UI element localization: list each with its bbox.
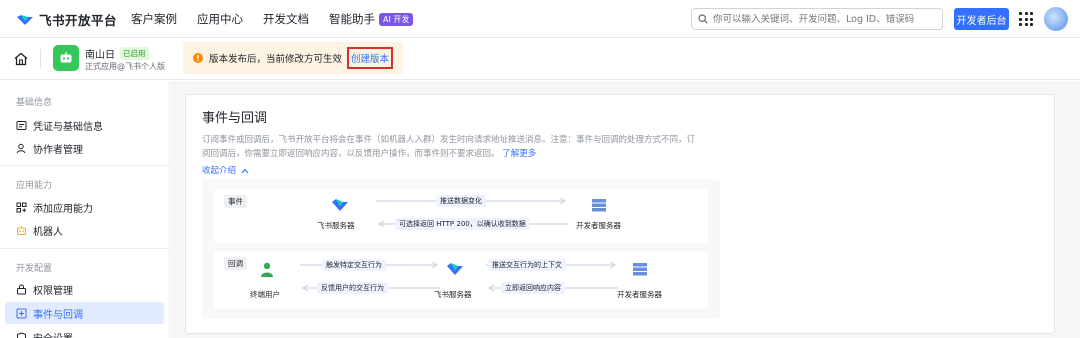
sidebar-item-permissions[interactable]: 权限管理 <box>5 278 164 300</box>
sidebar-divider <box>0 248 170 249</box>
nav-link-ai-assistant[interactable]: 智能助手 AI 开发 <box>329 11 414 27</box>
end-user-label: 终端用户 <box>250 290 280 299</box>
sidebar-divider <box>0 165 170 166</box>
search-input[interactable] <box>713 13 933 25</box>
events-diagram: 事件 飞书服务器 推送数据变化 可选择返回 HTTP 200，以确认收到数据 开… <box>202 179 720 319</box>
add-capability-icon <box>16 202 27 213</box>
sidebar-item-bot[interactable]: 机器人 <box>5 219 164 241</box>
dev-server-icon <box>633 263 647 276</box>
feishu-server-label: 飞书服务器 <box>317 221 355 230</box>
feishu-server-label: 飞书服务器 <box>434 290 472 299</box>
main-content: 事件与回调 订阅事件或回调后，飞书开放平台将会在事件（如机器人入群）发生时向请求… <box>171 81 1080 338</box>
sidebar-item-add-capability[interactable]: 添加应用能力 <box>5 196 164 218</box>
sidebar-item-security[interactable]: 安全设置 <box>5 326 164 338</box>
sidebar-item-label: 添加应用能力 <box>33 203 93 215</box>
nav-links: 客户案例 应用中心 开发文档 智能助手 AI 开发 <box>131 11 433 27</box>
return-response-label: 立即返回响应内容 <box>501 282 565 294</box>
permissions-icon <box>16 284 27 295</box>
warning-icon: ! <box>193 53 203 63</box>
events-callbacks-card: 事件与回调 订阅事件或回调后，飞书开放平台将会在事件（如机器人入群）发生时向请求… <box>185 94 1055 334</box>
learn-more-link[interactable]: 了解更多 <box>502 149 536 159</box>
feishu-server-icon <box>332 199 348 211</box>
create-version-button[interactable]: 创建版本 <box>347 47 393 69</box>
trigger-interact-label: 触发特定交互行为 <box>322 259 386 271</box>
dev-server-icon <box>592 199 606 212</box>
nav-link-customer-cases[interactable]: 客户案例 <box>131 11 177 27</box>
event-lane-tag: 事件 <box>224 195 247 208</box>
app-name: 南山日 已启用 <box>85 46 149 61</box>
sidebar-item-credentials[interactable]: 凭证与基础信息 <box>5 114 164 136</box>
page-description: 订阅事件或回调后，飞书开放平台将会在事件（如机器人入群）发生时向请求地址推送消息… <box>202 133 702 161</box>
security-icon <box>16 331 27 338</box>
sidebar-item-label: 机器人 <box>33 226 63 238</box>
sidebar: 基础信息 凭证与基础信息 协作者管理 应用能力 添加应用能力 机器人 开发配置 … <box>0 81 170 338</box>
nav-link-app-center[interactable]: 应用中心 <box>197 11 243 27</box>
notice-text: 版本发布后，当前修改方可生效 <box>209 54 343 65</box>
callback-lane-tag: 回调 <box>224 257 247 270</box>
collapse-intro-label: 收起介绍 <box>202 166 237 176</box>
dev-server-label: 开发者服务器 <box>576 221 621 230</box>
event-lane: 事件 飞书服务器 推送数据变化 可选择返回 HTTP 200，以确认收到数据 开… <box>214 189 708 243</box>
bot-icon <box>16 225 27 236</box>
home-icon[interactable] <box>13 51 29 67</box>
end-user-icon <box>261 262 273 277</box>
collaborators-icon <box>16 143 27 154</box>
sidebar-group-capabilities: 应用能力 <box>16 181 53 191</box>
sidebar-group-basic: 基础信息 <box>16 98 53 108</box>
credentials-icon <box>16 120 27 131</box>
app-grid-icon[interactable] <box>1019 12 1033 26</box>
return-200-label: 可选择返回 HTTP 200，以确认收到数据 <box>395 218 530 230</box>
feishu-logo-icon <box>17 14 33 25</box>
nav-link-dev-docs[interactable]: 开发文档 <box>263 11 309 27</box>
collapse-intro-link[interactable]: 收起介绍 <box>202 164 249 176</box>
developer-console-button[interactable]: 开发者后台 <box>954 8 1009 30</box>
sidebar-item-label: 协作者管理 <box>33 144 83 156</box>
dev-server-label: 开发者服务器 <box>617 290 662 299</box>
feishu-open-platform-logo[interactable]: 飞书开放平台 <box>16 10 117 29</box>
top-navigation: 飞书开放平台 客户案例 应用中心 开发文档 智能助手 AI 开发 开发者后台 <box>0 0 1080 38</box>
app-robot-icon <box>53 45 79 71</box>
page-title: 事件与回调 <box>202 111 268 126</box>
sidebar-item-collaborators[interactable]: 协作者管理 <box>5 137 164 159</box>
user-avatar[interactable] <box>1044 7 1068 31</box>
events-icon <box>16 308 27 319</box>
nav-link-ai-assistant-label: 智能助手 <box>329 12 375 26</box>
app-subtitle: 正式应用@飞书个人版 <box>85 62 165 71</box>
app-header-bar: 南山日 已启用 正式应用@飞书个人版 ! 版本发布后，当前修改方可生效 创建版本 <box>0 39 1080 80</box>
sidebar-group-dev-config: 开发配置 <box>16 264 53 274</box>
chevron-up-icon <box>241 168 249 173</box>
logo-text: 飞书开放平台 <box>39 13 118 28</box>
description-text: 订阅事件或回调后，飞书开放平台将会在事件（如机器人入群）发生时向请求地址推送消息… <box>202 135 696 159</box>
search-icon <box>698 14 708 24</box>
feishu-server-icon <box>447 263 463 275</box>
app-status-badge: 已启用 <box>120 47 149 60</box>
search-box[interactable] <box>691 8 943 30</box>
sidebar-item-label: 权限管理 <box>33 285 73 297</box>
push-context-label: 推送交互行为的上下文 <box>488 259 566 271</box>
push-change-label: 推送数据变化 <box>436 195 486 207</box>
sidebar-item-label: 事件与回调 <box>33 309 83 321</box>
header-divider <box>40 49 41 69</box>
app-name-text: 南山日 <box>85 50 115 61</box>
ai-badge: AI 开发 <box>379 12 414 26</box>
feedback-interact-label: 反馈用户的交互行为 <box>317 282 388 294</box>
sidebar-item-events[interactable]: 事件与回调 <box>5 302 164 324</box>
sidebar-item-label: 安全设置 <box>33 330 73 338</box>
sidebar-item-label: 凭证与基础信息 <box>33 121 103 133</box>
callback-lane: 回调 终端用户 触发特定交互行为 反馈用户的交互行为 飞书服务器 推送交互行为的… <box>214 251 708 309</box>
